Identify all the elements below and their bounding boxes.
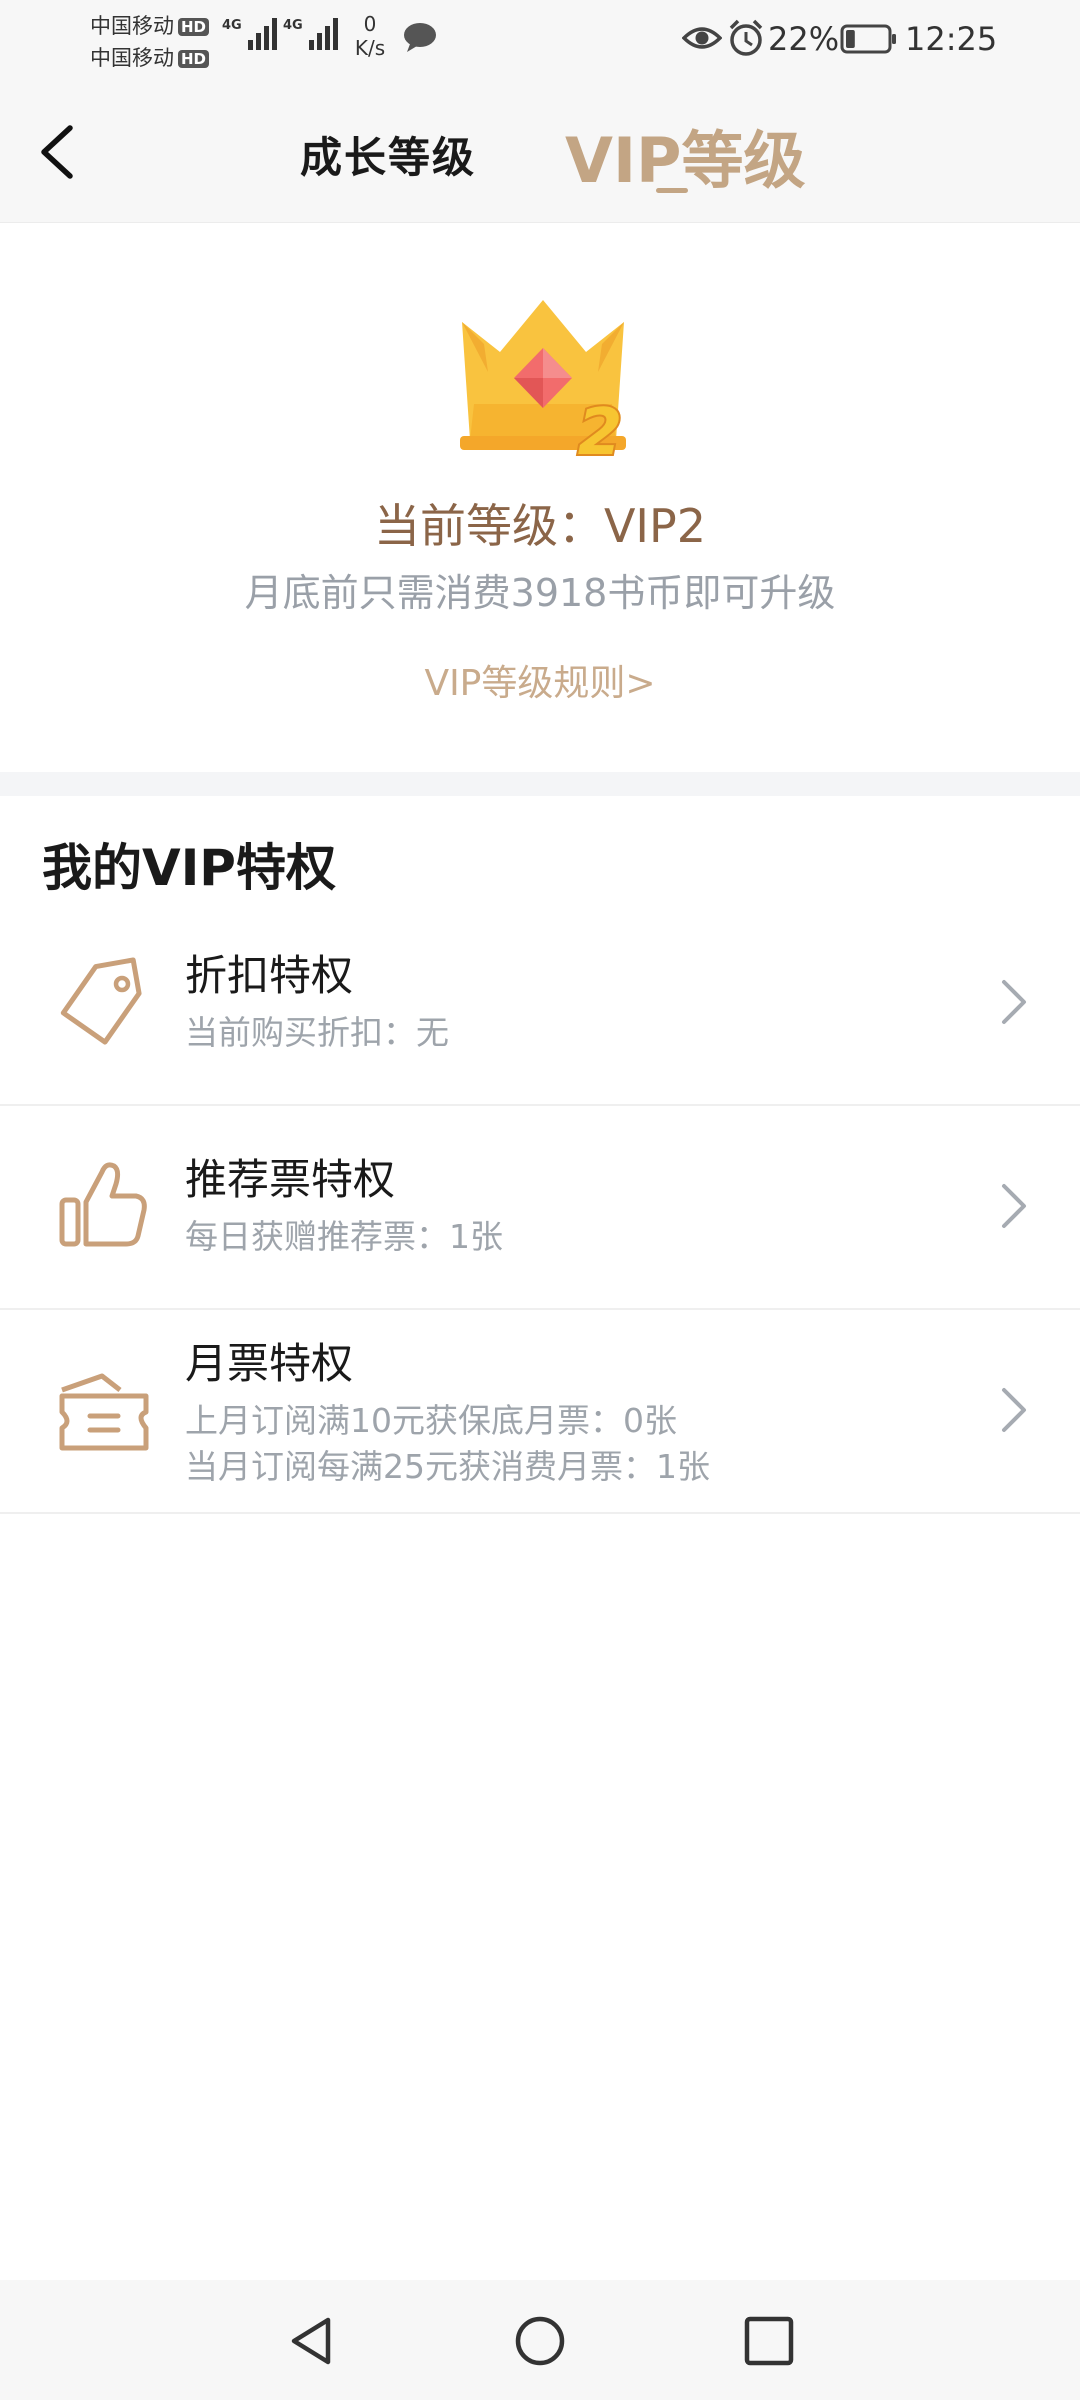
chevron-right-icon xyxy=(1002,1388,1026,1432)
hd-badge: HD xyxy=(178,18,210,36)
nav-back-button[interactable] xyxy=(284,2314,338,2368)
privilege-title: 折扣特权 xyxy=(185,951,354,1000)
privilege-title: 推荐票特权 xyxy=(185,1155,396,1204)
eye-icon xyxy=(682,27,722,49)
privileges-section-title: 我的VIP特权 xyxy=(42,839,336,897)
net-speed-value: 0 xyxy=(363,12,377,36)
privilege-row-monthly-ticket[interactable]: 月票特权 上月订阅满10元获保底月票：0张 当月订阅每满25元获消费月票：1张 xyxy=(0,1308,1080,1514)
privilege-row-recommend-ticket[interactable]: 推荐票特权 每日获赠推荐票：1张 xyxy=(0,1104,1080,1310)
carrier-2-name: 中国移动 xyxy=(90,46,174,70)
thumbs-up-icon xyxy=(59,1162,147,1247)
privilege-row-discount[interactable]: 折扣特权 当前购买折扣：无 xyxy=(0,900,1080,1106)
section-divider xyxy=(0,772,1080,796)
chevron-right-icon xyxy=(1002,980,1026,1024)
clock: 12:25 xyxy=(905,20,998,58)
net-speed-unit: K/s xyxy=(354,36,386,60)
nav-home-button[interactable] xyxy=(513,2314,567,2368)
hd-badge: HD xyxy=(178,50,210,68)
vip-crown-icon: 2 xyxy=(460,300,626,472)
chevron-right-icon xyxy=(1002,1184,1026,1228)
battery-icon xyxy=(840,24,896,54)
nav-recents-button[interactable] xyxy=(742,2314,796,2368)
carrier-2: 中国移动 HD xyxy=(90,42,210,72)
message-bubble-icon xyxy=(404,23,436,52)
upgrade-tip-text: 月底前只需消费3918书币即可升级 xyxy=(244,571,836,615)
back-button[interactable] xyxy=(30,118,90,186)
alarm-clock-icon xyxy=(729,19,763,56)
privilege-desc: 每日获赠推荐票：1张 xyxy=(185,1217,503,1256)
privilege-title: 月票特权 xyxy=(185,1339,354,1388)
net-speed: 0 K/s xyxy=(350,12,390,60)
carrier-1-name: 中国移动 xyxy=(90,14,174,38)
signal-strength-icon: 4G xyxy=(222,18,277,50)
signal-strength-icon: 4G xyxy=(283,18,338,50)
vip-level-badge-number: 2 xyxy=(578,396,623,470)
privilege-desc: 当前购买折扣：无 xyxy=(185,1013,449,1052)
network-type-label: 4G xyxy=(222,18,242,33)
tab-vip-level[interactable]: VIP等级 xyxy=(565,110,806,200)
network-type-label: 4G xyxy=(283,18,303,33)
status-bar: 中国移动 HD 中国移动 HD 4G 4G 0 K/s 22% 12:25 xyxy=(0,0,1080,80)
header: 成长等级 VIP等级 xyxy=(0,80,1080,223)
current-level-text: 当前等级：VIP2 xyxy=(373,499,707,553)
vip-rules-link[interactable]: VIP等级规则> xyxy=(0,654,1080,706)
battery-percent: 22% xyxy=(768,20,840,58)
privilege-desc-secondary: 当月订阅每满25元获消费月票：1张 xyxy=(185,1447,710,1486)
tab-growth-level[interactable]: 成长等级 xyxy=(300,124,476,185)
carrier-1: 中国移动 HD xyxy=(90,10,210,40)
active-tab-indicator xyxy=(656,188,688,193)
ticket-icon xyxy=(59,1373,149,1451)
system-nav-bar xyxy=(0,2280,1080,2400)
privilege-desc: 上月订阅满10元获保底月票：0张 xyxy=(185,1401,677,1440)
price-tag-icon xyxy=(60,957,142,1045)
